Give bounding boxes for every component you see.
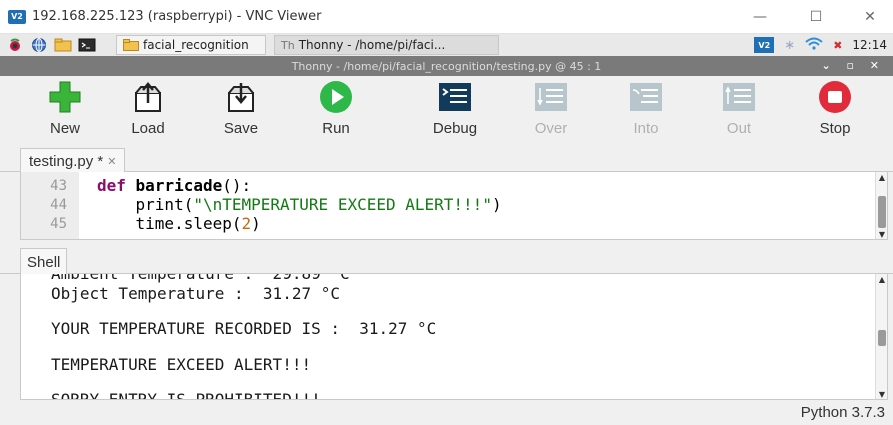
- folder-icon: [123, 39, 139, 51]
- toolbar: New Load Save Run Debug Over Into Out St…: [0, 76, 893, 142]
- scroll-thumb[interactable]: [878, 196, 886, 228]
- thonny-window-title: Thonny - /home/pi/facial_recognition/tes…: [291, 59, 602, 73]
- function-name: barricade: [135, 176, 223, 195]
- terminal-icon[interactable]: [78, 37, 96, 53]
- code-line: print("\nTEMPERATURE EXCEED ALERT!!!"): [97, 195, 502, 214]
- plus-icon: [48, 80, 82, 114]
- system-tray: V2 ∗ ✖ 12:14: [754, 34, 887, 56]
- step-into-button[interactable]: Into: [611, 80, 681, 137]
- scroll-down-icon[interactable]: ▼: [876, 389, 887, 399]
- wifi-icon[interactable]: [805, 37, 823, 54]
- step-out-icon: [722, 80, 756, 114]
- run-label: Run: [322, 120, 350, 137]
- into-label: Into: [633, 120, 659, 137]
- status-bar: Python 3.7.3: [0, 400, 893, 425]
- shell-output-line: TEMPERATURE EXCEED ALERT!!!: [51, 355, 312, 374]
- code-text: ): [251, 214, 261, 233]
- shell-output-line: Object Temperature : 31.27 °C: [51, 284, 340, 303]
- save-label: Save: [223, 120, 259, 137]
- clock: 12:14: [852, 38, 887, 52]
- code-text: time.sleep(: [97, 214, 242, 233]
- taskbar-item-label: facial_recognition: [143, 38, 249, 52]
- over-label: Over: [534, 120, 568, 137]
- line-number: 43: [50, 178, 67, 194]
- stop-icon: [818, 80, 852, 114]
- step-over-button[interactable]: Over: [516, 80, 586, 137]
- shell-output-line: SORRY ENTRY IS PROHIBITED!!!: [51, 390, 321, 400]
- volume-muted-icon[interactable]: ✖: [833, 39, 842, 52]
- line-number: 45: [50, 216, 67, 232]
- shell-scrollbar[interactable]: ▲ ▼: [875, 274, 887, 399]
- new-button[interactable]: New: [30, 80, 100, 137]
- maximize-button[interactable]: ☐: [801, 6, 831, 28]
- debug-icon: [438, 80, 472, 114]
- shell-console[interactable]: Ambient Temperature : 29.89 °C Object Te…: [20, 274, 888, 400]
- code-text: ): [491, 195, 502, 214]
- pi-taskbar: facial_recognition Th Thonny - /home/pi/…: [0, 34, 893, 56]
- vnc-tray-icon[interactable]: V2: [754, 37, 775, 53]
- run-icon: [319, 80, 353, 114]
- editor-tabstrip: testing.py * ✕: [0, 144, 893, 173]
- line-number: 44: [50, 197, 67, 213]
- scroll-down-icon[interactable]: ▼: [876, 229, 888, 239]
- shell-output-line: Ambient Temperature : 29.89 °C: [51, 274, 350, 283]
- step-out-button[interactable]: Out: [704, 80, 774, 137]
- tab-testing-py[interactable]: testing.py * ✕: [20, 148, 126, 173]
- load-button[interactable]: Load: [113, 80, 183, 137]
- code-editor[interactable]: 43 44 45 def barricade(): print("\nTEMPE…: [20, 172, 888, 240]
- shell-output-line: YOUR TEMPERATURE RECORDED IS : 31.27 °C: [51, 319, 437, 338]
- stop-button[interactable]: Stop: [800, 80, 870, 137]
- taskbar-item-facial-recognition[interactable]: facial_recognition: [116, 35, 266, 55]
- raspberry-menu-icon[interactable]: [6, 37, 24, 53]
- step-over-icon: [534, 80, 568, 114]
- close-button[interactable]: ✕: [855, 6, 885, 28]
- out-label: Out: [726, 120, 752, 137]
- close-tab-icon[interactable]: ✕: [107, 155, 116, 168]
- bluetooth-icon[interactable]: ∗: [784, 38, 795, 53]
- stop-label: Stop: [819, 120, 851, 137]
- scroll-thumb[interactable]: [878, 330, 886, 346]
- keyword: def: [97, 176, 126, 195]
- minimize-button[interactable]: —: [745, 6, 775, 28]
- load-box-icon: [131, 80, 165, 114]
- editor-scrollbar[interactable]: ▲ ▼: [875, 172, 887, 239]
- file-manager-icon[interactable]: [54, 37, 72, 53]
- vnc-title-bar: V2 192.168.225.123 (raspberrypi) - VNC V…: [0, 0, 893, 34]
- code-text: print(: [97, 195, 194, 214]
- vnc-logo-icon: V2: [8, 9, 26, 24]
- thonny-small-icon: Th: [281, 38, 295, 52]
- save-box-icon: [224, 80, 258, 114]
- string-literal: "\nTEMPERATURE EXCEED ALERT!!!": [193, 195, 492, 214]
- load-label: Load: [131, 120, 165, 137]
- tab-label: testing.py *: [29, 152, 104, 170]
- shell-tabstrip: Shell: [0, 244, 893, 275]
- code-text: ():: [222, 176, 252, 195]
- python-version-status[interactable]: Python 3.7.3: [801, 404, 885, 421]
- thonny-window-controls[interactable]: ⌄ ▫ ✕: [821, 59, 885, 72]
- scroll-up-icon[interactable]: ▲: [876, 274, 887, 284]
- vnc-window-title: 192.168.225.123 (raspberrypi) - VNC View…: [32, 9, 322, 24]
- debug-button[interactable]: Debug: [420, 80, 490, 137]
- tab-shell[interactable]: Shell: [20, 248, 68, 275]
- step-into-icon: [629, 80, 663, 114]
- debug-label: Debug: [432, 120, 478, 137]
- scroll-up-icon[interactable]: ▲: [876, 172, 888, 182]
- taskbar-item-thonny[interactable]: Th Thonny - /home/pi/faci...: [274, 35, 499, 55]
- code-line: def barricade():: [97, 176, 251, 195]
- new-label: New: [49, 120, 80, 137]
- save-button[interactable]: Save: [206, 80, 276, 137]
- tab-label: Shell: [27, 253, 61, 271]
- thonny-title-bar: Thonny - /home/pi/facial_recognition/tes…: [0, 56, 893, 76]
- taskbar-item-label: Thonny - /home/pi/faci...: [298, 38, 446, 52]
- number-literal: 2: [241, 214, 252, 233]
- run-button[interactable]: Run: [301, 80, 371, 137]
- browser-icon[interactable]: [30, 37, 48, 53]
- code-line: time.sleep(2): [97, 214, 261, 233]
